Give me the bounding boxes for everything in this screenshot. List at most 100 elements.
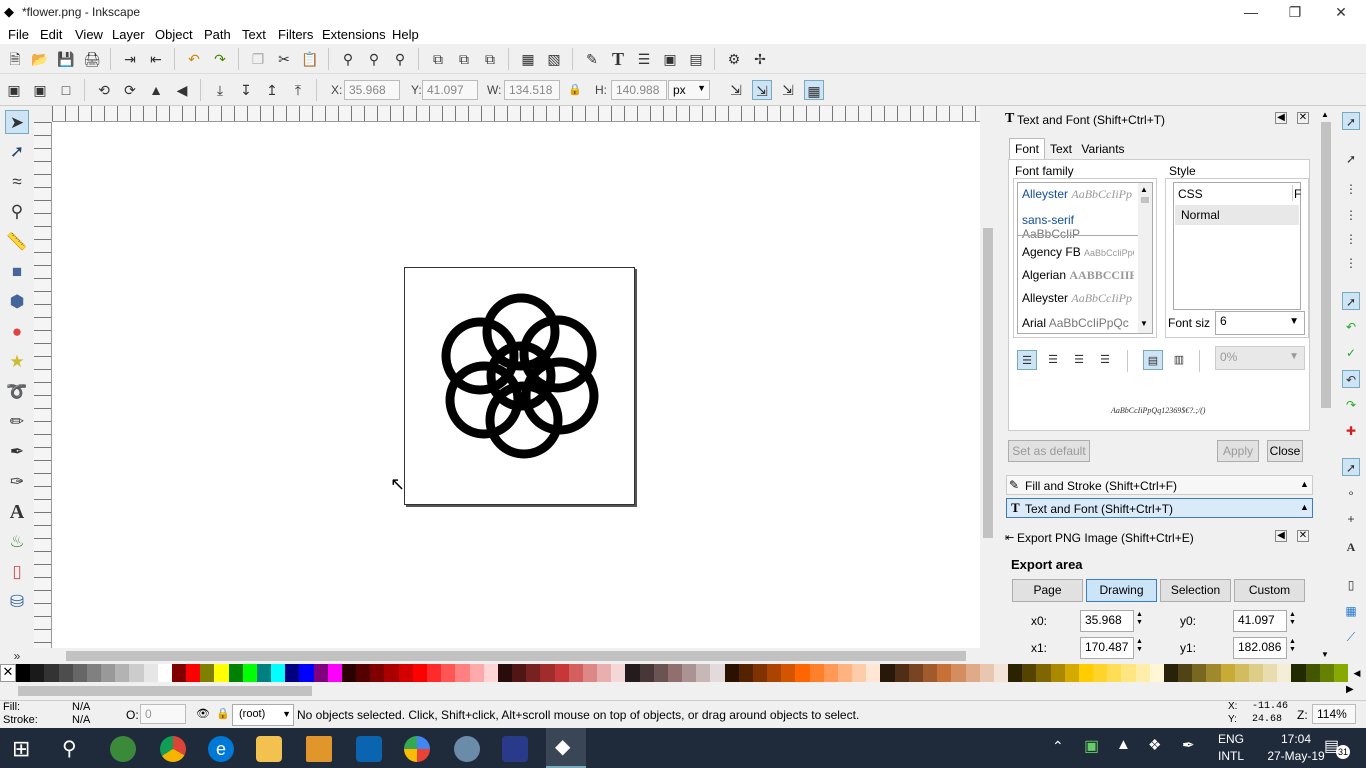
color-swatch[interactable]	[639, 664, 654, 682]
color-swatch[interactable]	[441, 664, 456, 682]
apply-button[interactable]: Apply	[1217, 440, 1259, 462]
document-properties-icon[interactable]: ⚙	[724, 49, 744, 69]
flower-drawing[interactable]	[440, 292, 602, 460]
x-coordinate-field[interactable]: 35.968	[344, 80, 400, 100]
color-swatch[interactable]	[1319, 664, 1334, 682]
color-swatch[interactable]	[852, 664, 867, 682]
scroll-thumb[interactable]	[18, 686, 312, 696]
list-item[interactable]: Alleyster AaBbCcIiPp	[1022, 291, 1134, 306]
spin-arrows-icon[interactable]: ▲ ▼	[1136, 638, 1143, 654]
snap-paths-icon[interactable]: ↶	[1342, 318, 1360, 336]
ungroup-icon[interactable]: ▧	[544, 49, 564, 69]
color-swatch[interactable]	[696, 664, 711, 682]
copy-icon[interactable]: ❐	[248, 49, 268, 69]
color-swatch[interactable]	[1277, 664, 1292, 682]
menu-object[interactable]: Object	[155, 27, 193, 42]
color-palette[interactable]	[16, 664, 1349, 682]
color-swatch[interactable]	[767, 664, 782, 682]
export-icon[interactable]: ⇤	[146, 49, 166, 69]
app-globe-icon[interactable]	[110, 736, 136, 762]
color-swatch[interactable]	[285, 664, 300, 682]
clock-time[interactable]: 17:04	[1268, 732, 1324, 746]
lock-icon[interactable]: 🔒	[216, 707, 230, 720]
color-swatch[interactable]	[597, 664, 612, 682]
zoom-page-icon[interactable]: ⚲	[390, 49, 410, 69]
raise-icon[interactable]: ↥	[262, 80, 282, 100]
app-flag-icon[interactable]	[502, 736, 528, 762]
color-swatch[interactable]	[58, 664, 73, 682]
select-all-icon[interactable]: ▣	[4, 80, 24, 100]
snap-smooth-nodes-icon[interactable]: ↷	[1342, 396, 1360, 414]
snap-enable-icon[interactable]: ➚	[1342, 112, 1360, 130]
file-explorer-icon[interactable]	[256, 736, 282, 762]
color-swatch[interactable]	[1291, 664, 1306, 682]
node-tool-icon[interactable]: ➚	[5, 140, 29, 164]
color-swatch[interactable]	[1093, 664, 1108, 682]
pencil-tool-icon[interactable]: ✏	[5, 410, 29, 434]
color-swatch[interactable]	[483, 664, 498, 682]
ellipse-tool-icon[interactable]: ●	[5, 320, 29, 344]
color-swatch[interactable]	[455, 664, 470, 682]
color-swatch[interactable]	[313, 664, 328, 682]
selector-tool-icon[interactable]: ➤	[5, 110, 29, 134]
lower-icon[interactable]: ↧	[236, 80, 256, 100]
lock-proportions-icon[interactable]: 🔒	[565, 80, 585, 100]
align-center-icon[interactable]: ☰	[1043, 350, 1063, 370]
color-swatch[interactable]	[937, 664, 952, 682]
scroll-thumb[interactable]	[983, 228, 993, 538]
outlook-icon[interactable]	[356, 736, 382, 762]
menu-extensions[interactable]: Extensions	[322, 27, 386, 42]
tweak-tool-icon[interactable]: ≈	[5, 170, 29, 194]
language-top[interactable]: ENG	[1218, 732, 1244, 746]
menu-file[interactable]: File	[8, 27, 29, 42]
selection-area-button[interactable]: Selection	[1160, 579, 1231, 602]
layers-icon[interactable]: ☰	[634, 49, 654, 69]
color-swatch[interactable]	[1234, 664, 1249, 682]
minimize-button[interactable]: —	[1228, 0, 1274, 24]
zoom-field[interactable]: 114%	[1312, 704, 1356, 724]
color-swatch[interactable]	[1163, 664, 1179, 682]
snap-bbox-corner-icon[interactable]: ⋮	[1342, 206, 1360, 224]
pen-tray-icon[interactable]: ✒	[1182, 736, 1195, 754]
text-tool-icon[interactable]: A	[5, 500, 29, 524]
y1-field[interactable]: 182.086	[1233, 637, 1287, 659]
zoom-drawing-icon[interactable]: ⚲	[364, 49, 384, 69]
align-left-icon[interactable]: ☰	[1017, 350, 1037, 370]
palette-scrollbar[interactable]: ▶	[0, 682, 1366, 700]
color-swatch[interactable]	[795, 664, 810, 682]
xml-editor-icon[interactable]: ▣	[660, 49, 680, 69]
dock-scrollbar[interactable]: ▲ ▼	[1318, 108, 1334, 664]
horizontal-ruler[interactable]	[52, 106, 980, 122]
color-swatch[interactable]	[951, 664, 966, 682]
color-swatch[interactable]	[667, 664, 683, 682]
spin-arrows-icon[interactable]: ▲ ▼	[1136, 611, 1143, 627]
new-document-icon[interactable]: 🗎	[5, 49, 25, 69]
x1-field[interactable]: 170.487	[1080, 637, 1134, 659]
3d-box-tool-icon[interactable]: ⬢	[5, 290, 29, 314]
scale-stroke-icon[interactable]: ⇲	[726, 80, 746, 100]
list-item[interactable]: Agency FB AaBbCcIiPpQ	[1022, 245, 1134, 259]
color-swatch[interactable]	[823, 664, 838, 682]
edge-icon[interactable]: e	[208, 736, 234, 762]
color-swatch[interactable]	[186, 664, 201, 682]
close-panel-button[interactable]: ✕	[1297, 112, 1309, 124]
x0-field[interactable]: 35.968	[1080, 610, 1134, 632]
list-item[interactable]: Algerian AABBCCIIF	[1022, 268, 1134, 283]
menu-filters[interactable]: Filters	[278, 27, 313, 42]
menu-view[interactable]: View	[75, 27, 103, 42]
cut-icon[interactable]: ✂	[274, 49, 294, 69]
list-item[interactable]: Alleyster AaBbCcIiPp	[1022, 187, 1134, 202]
search-icon[interactable]: ⚲	[62, 736, 77, 761]
snap-nodes-icon[interactable]: ➚	[1342, 292, 1360, 310]
fill-stroke-icon[interactable]: ✎	[582, 49, 602, 69]
color-swatch[interactable]	[16, 664, 31, 682]
align-distribute-icon[interactable]: ▤	[686, 49, 706, 69]
color-swatch[interactable]	[72, 664, 87, 682]
menu-edit[interactable]: Edit	[40, 27, 62, 42]
language-bottom[interactable]: INTL	[1218, 749, 1244, 763]
text-font-panel-header[interactable]: T Text and Font (Shift+Ctrl+T) ▲	[1006, 498, 1313, 518]
unlink-clone-icon[interactable]: ⧉	[480, 49, 500, 69]
flip-horizontal-icon[interactable]: ▲	[146, 80, 166, 100]
deselect-icon[interactable]: □	[56, 80, 76, 100]
iconify-panel-button[interactable]: ◀	[1275, 530, 1287, 542]
